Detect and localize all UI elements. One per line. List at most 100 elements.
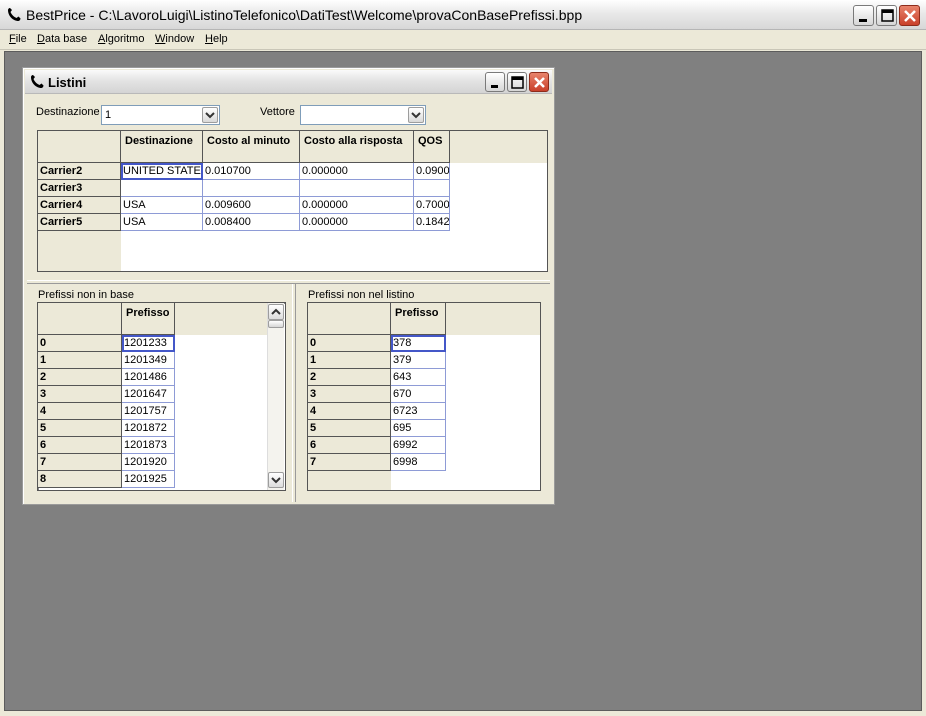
table-cell[interactable]: 378 <box>391 335 446 352</box>
chevron-down-icon <box>271 477 281 484</box>
menu-bar: File Data base Algoritmo Window Help <box>0 30 926 50</box>
scroll-up-button[interactable] <box>268 304 284 320</box>
grid-corner <box>308 303 391 335</box>
row-header: Carrier2 <box>38 163 121 180</box>
maximize-icon <box>881 9 894 22</box>
minimize-button[interactable] <box>853 5 874 26</box>
prefissi-non-in-base-grid[interactable]: Prefisso 0 1201233 1 1201349 2 1201486 3… <box>37 302 286 491</box>
table-cell[interactable] <box>414 180 450 197</box>
minimize-icon <box>491 85 498 88</box>
destinazione-dropdown-button[interactable] <box>202 107 218 123</box>
close-icon <box>534 77 545 88</box>
horizontal-splitter[interactable] <box>27 280 550 284</box>
telephone-icon <box>31 75 44 88</box>
listini-close-button[interactable] <box>529 72 549 92</box>
column-header-costo-minuto[interactable]: Costo al minuto <box>203 131 300 163</box>
vertical-scrollbar[interactable] <box>267 303 284 490</box>
table-cell[interactable]: 1201486 <box>122 369 175 386</box>
scroll-down-button[interactable] <box>268 472 284 488</box>
maximize-icon <box>511 76 524 89</box>
listini-minimize-button[interactable] <box>485 72 505 92</box>
row-header: Carrier4 <box>38 197 121 214</box>
menu-file[interactable]: File <box>9 33 27 45</box>
column-header-prefisso[interactable]: Prefisso <box>391 303 446 335</box>
listini-window: Listini Destinazione 1 Vettore Destinazi… <box>22 67 555 505</box>
menu-algoritmo[interactable]: Algoritmo <box>98 33 144 45</box>
close-icon <box>904 10 916 22</box>
vertical-splitter[interactable] <box>292 284 296 502</box>
table-cell[interactable]: 0.000000 <box>300 214 414 231</box>
table-cell[interactable]: 1201925 <box>122 471 175 488</box>
table-cell[interactable]: 0.009600 <box>203 197 300 214</box>
prefissi-non-nel-listino-grid[interactable]: Prefisso 0 378 1 379 2 643 3 670 4 6723 … <box>307 302 541 491</box>
vettore-combo[interactable] <box>300 105 426 125</box>
row-header-background <box>308 471 391 490</box>
table-cell[interactable] <box>203 180 300 197</box>
grid-corner <box>38 131 121 163</box>
listini-grid[interactable]: Destinazione Costo al minuto Costo alla … <box>37 130 548 272</box>
telephone-icon <box>8 8 21 21</box>
listini-maximize-button[interactable] <box>507 72 527 92</box>
column-header-qos[interactable]: QOS <box>414 131 450 163</box>
app-titlebar: BestPrice - C:\LavoroLuigi\ListinoTelefo… <box>0 0 926 30</box>
close-button[interactable] <box>899 5 920 26</box>
table-cell[interactable]: 1201349 <box>122 352 175 369</box>
row-header-background <box>38 231 121 271</box>
table-cell[interactable]: 6723 <box>391 403 446 420</box>
destinazione-label: Destinazione <box>36 106 100 118</box>
table-cell[interactable]: 0.0900 <box>414 163 450 180</box>
menu-help[interactable]: Help <box>205 33 228 45</box>
listini-titlebar[interactable]: Listini <box>25 70 552 94</box>
table-cell[interactable]: 6998 <box>391 454 446 471</box>
table-cell[interactable]: 6992 <box>391 437 446 454</box>
column-header-costo-risposta[interactable]: Costo alla risposta <box>300 131 414 163</box>
chevron-up-icon <box>271 308 281 315</box>
table-cell[interactable]: 0.010700 <box>203 163 300 180</box>
row-header: 0 <box>308 335 391 352</box>
table-cell[interactable]: 670 <box>391 386 446 403</box>
row-header: 5 <box>308 420 391 437</box>
table-cell[interactable]: 1201873 <box>122 437 175 454</box>
row-header: 6 <box>38 437 122 454</box>
menu-data-base[interactable]: Data base <box>37 33 87 45</box>
table-cell[interactable]: 0.008400 <box>203 214 300 231</box>
row-header: 3 <box>38 386 122 403</box>
row-header: 6 <box>308 437 391 454</box>
row-header: 8 <box>38 471 122 488</box>
table-cell[interactable]: USA <box>121 214 203 231</box>
table-cell[interactable]: 379 <box>391 352 446 369</box>
table-cell[interactable]: 695 <box>391 420 446 437</box>
destinazione-combo[interactable]: 1 <box>101 105 220 125</box>
row-header: 7 <box>308 454 391 471</box>
prefissi-non-nel-listino-title: Prefissi non nel listino <box>308 289 415 301</box>
table-cell[interactable]: 0.000000 <box>300 197 414 214</box>
scroll-thumb[interactable] <box>268 320 284 328</box>
table-cell[interactable]: 0.1842 <box>414 214 450 231</box>
destinazione-value: 1 <box>105 109 112 121</box>
table-cell[interactable]: 0.7000 <box>414 197 450 214</box>
row-header: 0 <box>38 335 122 352</box>
row-header: Carrier5 <box>38 214 121 231</box>
row-header: 7 <box>38 454 122 471</box>
table-cell[interactable]: 1201233 <box>122 335 175 352</box>
vettore-dropdown-button[interactable] <box>408 107 424 123</box>
menu-window[interactable]: Window <box>155 33 194 45</box>
column-header-destinazione[interactable]: Destinazione <box>121 131 203 163</box>
table-cell[interactable]: UNITED STATES <box>121 163 203 180</box>
maximize-button[interactable] <box>876 5 897 26</box>
row-header: 3 <box>308 386 391 403</box>
row-header: 4 <box>38 403 122 420</box>
listini-title: Listini <box>48 75 87 90</box>
table-cell[interactable]: 1201920 <box>122 454 175 471</box>
column-header-prefisso[interactable]: Prefisso <box>122 303 175 335</box>
table-cell[interactable]: 1201872 <box>122 420 175 437</box>
table-cell[interactable]: 1201647 <box>122 386 175 403</box>
table-cell[interactable] <box>300 180 414 197</box>
table-cell[interactable]: 0.000000 <box>300 163 414 180</box>
table-cell[interactable] <box>121 180 203 197</box>
table-cell[interactable]: USA <box>121 197 203 214</box>
table-cell[interactable]: 1201757 <box>122 403 175 420</box>
prefissi-non-in-base-title: Prefissi non in base <box>38 289 134 301</box>
vettore-label: Vettore <box>260 106 295 118</box>
table-cell[interactable]: 643 <box>391 369 446 386</box>
